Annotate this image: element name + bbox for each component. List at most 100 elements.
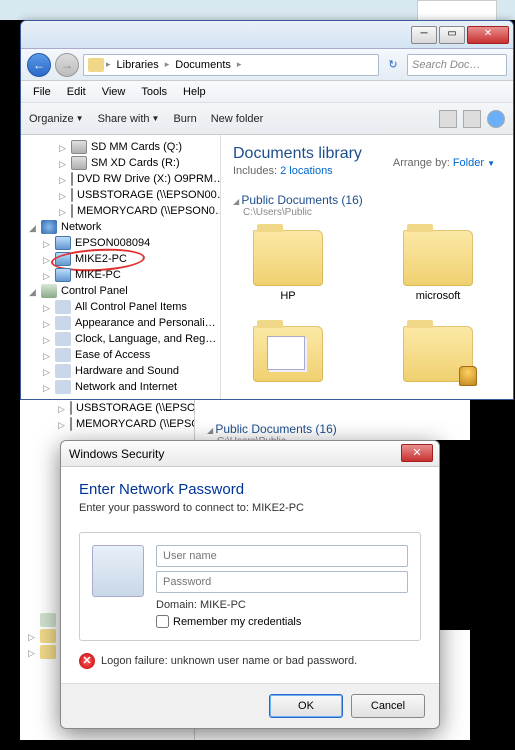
- expand-icon[interactable]: ▷: [59, 175, 68, 184]
- menu-view[interactable]: View: [94, 84, 134, 100]
- dialog-close-button[interactable]: ✕: [401, 444, 433, 462]
- help-button[interactable]: [487, 110, 505, 128]
- dialog-title: Windows Security: [69, 447, 164, 461]
- breadcrumb-segment[interactable]: Libraries: [113, 59, 163, 71]
- maximize-button[interactable]: ▭: [439, 26, 465, 44]
- tree-item-cpl[interactable]: ▷Network and Internet: [21, 379, 220, 395]
- burn-button[interactable]: Burn: [173, 113, 196, 125]
- expand-icon[interactable]: ▷: [59, 207, 68, 216]
- computer-icon: [55, 236, 71, 250]
- collapse-icon[interactable]: ◢: [29, 223, 38, 232]
- expand-icon[interactable]: ▷: [59, 159, 68, 168]
- tree-label: Ease of Access: [75, 349, 150, 361]
- minimize-button[interactable]: ─: [411, 26, 437, 44]
- collapse-icon[interactable]: ◢: [29, 287, 38, 296]
- network-drive-icon: [71, 204, 73, 218]
- username-input[interactable]: [156, 545, 408, 567]
- chevron-right-icon: ▸: [163, 59, 172, 70]
- credential-box: Domain: MIKE-PC Remember my credentials: [79, 532, 421, 641]
- tree-label: MEMORYCARD (\\EPSON0…: [76, 418, 195, 430]
- expand-icon[interactable]: ▷: [43, 335, 52, 344]
- tree-item-control-panel[interactable]: ◢Control Panel: [21, 283, 220, 299]
- expand-icon[interactable]: ▷: [43, 255, 52, 264]
- tree-item-cpl[interactable]: ▷ Ease of Access: [21, 347, 220, 363]
- nav-bar: ← → ▸ Libraries ▸ Documents ▸ ↻ Search D…: [21, 49, 513, 81]
- new-folder-button[interactable]: New folder: [211, 113, 264, 125]
- tree-item-drive[interactable]: ▷ DVD RW Drive (X:) O9PRM…: [21, 171, 220, 187]
- preview-pane-button[interactable]: [463, 110, 481, 128]
- tree-item-computer[interactable]: ▷MIKE-PC: [21, 267, 220, 283]
- tree-item-drive[interactable]: ▷ SD MM Cards (Q:): [21, 139, 220, 155]
- explorer-window: ─ ▭ ✕ ← → ▸ Libraries ▸ Documents ▸ ↻ Se…: [20, 20, 514, 400]
- tree-label: SD MM Cards (Q:): [91, 141, 182, 153]
- forward-button[interactable]: →: [55, 53, 79, 77]
- tree-item-drive[interactable]: ▷SM XD Cards (R:): [21, 155, 220, 171]
- remember-checkbox-label[interactable]: Remember my credentials: [156, 615, 408, 628]
- content-pane: Documents library Includes: 2 locations …: [221, 135, 513, 399]
- menu-edit[interactable]: Edit: [59, 84, 94, 100]
- folder-item[interactable]: [243, 326, 333, 386]
- dialog-titlebar: Windows Security ✕: [61, 441, 439, 467]
- section-header[interactable]: Public Documents (16): [233, 193, 501, 207]
- tree-item-drive[interactable]: ▷USBSTORAGE (\\EPSON00…: [21, 187, 220, 203]
- password-input[interactable]: [156, 571, 408, 593]
- share-with-button[interactable]: Share with ▼: [98, 113, 160, 125]
- organize-button[interactable]: Organize ▼: [29, 113, 84, 125]
- expand-icon[interactable]: ▷: [43, 367, 52, 376]
- windows-security-dialog: Windows Security ✕ Enter Network Passwor…: [60, 440, 440, 729]
- includes-link[interactable]: 2 locations: [280, 165, 333, 177]
- expand-icon[interactable]: ▷: [59, 191, 68, 200]
- tree-item-network[interactable]: ◢Network: [21, 219, 220, 235]
- nav-tree[interactable]: ▷ SD MM Cards (Q:) ▷SM XD Cards (R:) ▷ DVD…: [21, 135, 221, 399]
- tree-item-drive[interactable]: ▷MEMORYCARD (\\EPSON0…: [21, 203, 220, 219]
- tree-item-drive[interactable]: ▷USBSTORAGE (\\EPSON00…: [20, 400, 194, 416]
- arrange-by: Arrange by: Folder ▼: [393, 157, 495, 169]
- expand-icon[interactable]: ▷: [43, 351, 52, 360]
- folder-item[interactable]: microsoft: [393, 230, 483, 302]
- expand-icon[interactable]: ▷: [43, 319, 52, 328]
- expand-icon[interactable]: ▷: [28, 648, 37, 657]
- error-message: ✕ Logon failure: unknown user name or ba…: [79, 653, 421, 669]
- cpl-icon: [55, 348, 71, 362]
- expand-icon[interactable]: ▷: [58, 420, 67, 429]
- expand-icon[interactable]: ▷: [58, 404, 67, 413]
- ok-button[interactable]: OK: [269, 694, 343, 718]
- close-button[interactable]: ✕: [467, 26, 509, 44]
- tree-item-drive[interactable]: ▷ MEMORYCARD (\\EPSON0…: [20, 416, 194, 432]
- tree-item-cpl[interactable]: ▷All Control Panel Items: [21, 299, 220, 315]
- breadcrumb-segment[interactable]: Documents: [171, 59, 235, 71]
- back-button[interactable]: ←: [27, 53, 51, 77]
- menu-bar: File Edit View Tools Help: [21, 81, 513, 103]
- tree-item-cpl[interactable]: ▷Clock, Language, and Reg…: [21, 331, 220, 347]
- expand-icon[interactable]: ▷: [43, 303, 52, 312]
- section-header[interactable]: Public Documents (16): [207, 422, 458, 436]
- menu-tools[interactable]: Tools: [133, 84, 175, 100]
- cancel-button[interactable]: Cancel: [351, 694, 425, 718]
- expand-icon[interactable]: ▷: [43, 383, 52, 392]
- folder-item[interactable]: [393, 326, 483, 386]
- toolbar: Organize ▼ Share with ▼ Burn New folder: [21, 103, 513, 135]
- chevron-down-icon: ▼: [152, 114, 160, 123]
- expand-icon[interactable]: ▷: [59, 143, 68, 152]
- expand-icon[interactable]: ▷: [43, 239, 52, 248]
- expand-icon[interactable]: ▷: [28, 632, 37, 641]
- menu-help[interactable]: Help: [175, 84, 214, 100]
- folder-label: microsoft: [416, 290, 461, 302]
- tree-label: DVD RW Drive (X:) O9PRM…: [77, 173, 221, 185]
- expand-icon[interactable]: ▷: [43, 271, 52, 280]
- tree-item-cpl[interactable]: ▷Appearance and Personali…: [21, 315, 220, 331]
- folder-item[interactable]: HP: [243, 230, 333, 302]
- disc-icon: [71, 172, 73, 186]
- cpl-icon: [55, 380, 71, 394]
- breadcrumb[interactable]: ▸ Libraries ▸ Documents ▸: [83, 54, 379, 76]
- refresh-button[interactable]: ↻: [383, 55, 403, 75]
- tree-item-cpl[interactable]: ▷Hardware and Sound: [21, 363, 220, 379]
- search-input[interactable]: Search Doc…: [407, 54, 507, 76]
- arrange-dropdown[interactable]: Folder ▼: [453, 157, 495, 169]
- remember-checkbox[interactable]: [156, 615, 169, 628]
- tree-item-mike2-pc[interactable]: ▷MIKE2-PC: [21, 251, 220, 267]
- network-icon: [41, 220, 57, 234]
- view-options-button[interactable]: [439, 110, 457, 128]
- menu-file[interactable]: File: [25, 84, 59, 100]
- tree-item-computer[interactable]: ▷EPSON008094: [21, 235, 220, 251]
